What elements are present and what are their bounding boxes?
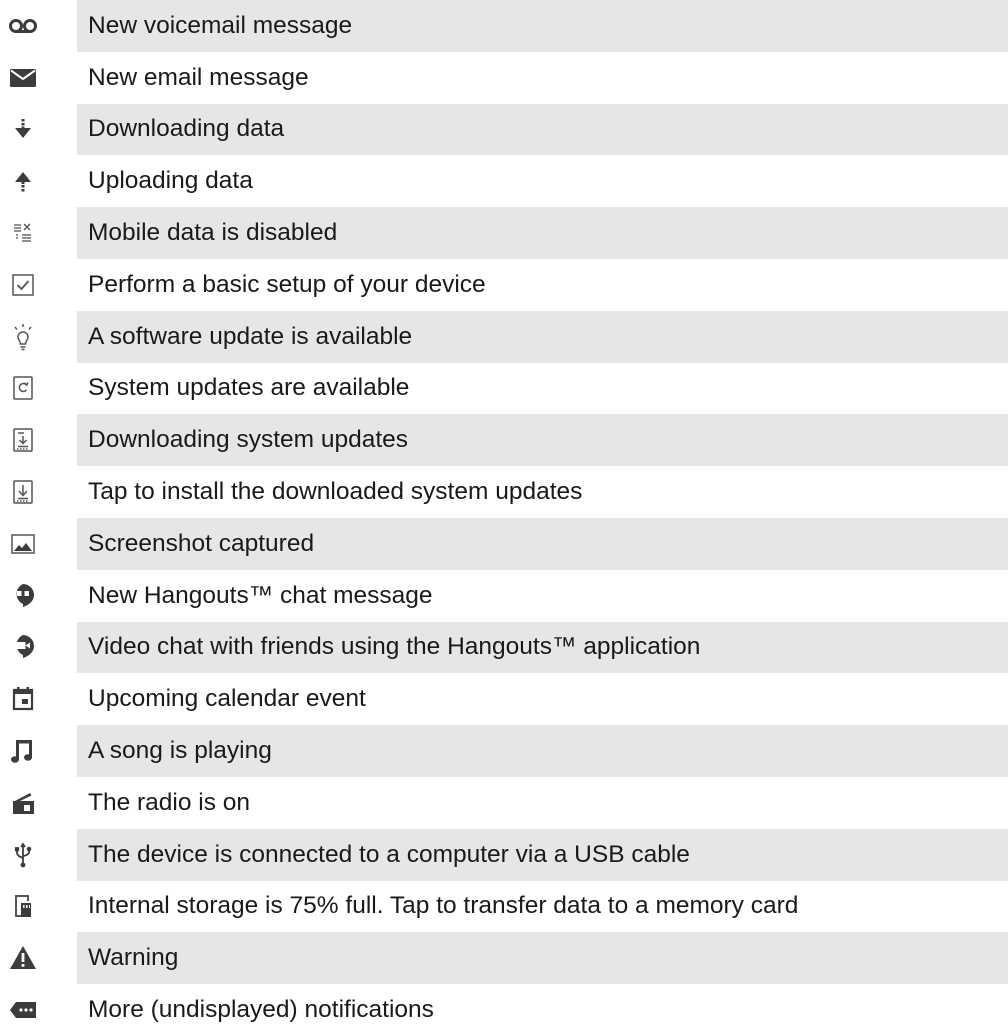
- software-update-bulb-icon: [0, 311, 77, 363]
- table-row: Upcoming calendar event: [0, 673, 1008, 725]
- notification-label: System updates are available: [88, 374, 410, 402]
- table-row: Internal storage is 75% full. Tap to tra…: [0, 881, 1008, 933]
- notification-label: A software update is available: [77, 310, 1008, 363]
- more-notifications-icon: [0, 984, 77, 1036]
- table-row: Mobile data is disabled: [0, 207, 1008, 259]
- table-row: Screenshot captured: [0, 517, 1008, 570]
- table-row: Downloading system updates: [0, 414, 1008, 467]
- notification-label: Perform a basic setup of your device: [88, 270, 486, 298]
- screenshot-icon: [0, 518, 77, 570]
- warning-icon: [0, 932, 77, 984]
- table-row: Warning: [0, 932, 1008, 985]
- table-row: Tap to install the downloaded system upd…: [0, 466, 1008, 518]
- calendar-icon: [0, 673, 77, 725]
- music-note-icon: [0, 725, 77, 777]
- table-row: A song is playing: [0, 725, 1008, 777]
- notification-label: The radio is on: [88, 788, 251, 816]
- table-row: New email message: [0, 52, 1008, 104]
- notification-label: Video chat with friends using the Hangou…: [77, 621, 1008, 674]
- notification-label: A song is playing: [77, 725, 1008, 777]
- table-row: Downloading data: [0, 103, 1008, 156]
- table-row: The radio is on: [0, 777, 1008, 829]
- notification-label: Tap to install the downloaded system upd…: [88, 478, 583, 506]
- notification-label: Upcoming calendar event: [88, 685, 366, 713]
- table-row: New voicemail message: [0, 0, 1008, 52]
- table-row: New Hangouts™ chat message: [0, 570, 1008, 622]
- install-system-update-icon: [0, 466, 77, 518]
- setup-checkbox-icon: [0, 259, 77, 311]
- notification-label: New Hangouts™ chat message: [88, 581, 433, 609]
- table-row: A software update is available: [0, 310, 1008, 363]
- downloading-system-update-icon: [0, 414, 77, 466]
- download-data-icon: [0, 104, 77, 156]
- notification-label: Uploading data: [88, 167, 253, 195]
- notification-label: The device is connected to a computer vi…: [77, 828, 1008, 881]
- usb-icon: [0, 829, 77, 881]
- notification-label: Internal storage is 75% full. Tap to tra…: [88, 892, 799, 920]
- system-update-icon: [0, 363, 77, 415]
- hangouts-video-icon: [0, 622, 77, 674]
- table-row: Uploading data: [0, 155, 1008, 207]
- storage-full-icon: [0, 881, 77, 933]
- table-row: Perform a basic setup of your device: [0, 259, 1008, 311]
- radio-icon: [0, 777, 77, 829]
- hangouts-chat-icon: [0, 570, 77, 622]
- table-row: Video chat with friends using the Hangou…: [0, 621, 1008, 674]
- notification-label: Screenshot captured: [77, 517, 1008, 570]
- notification-label: Warning: [77, 932, 1008, 985]
- table-row: More (undisplayed) notifications: [0, 984, 1008, 1036]
- table-row: System updates are available: [0, 363, 1008, 415]
- mobile-data-disabled-icon: [0, 207, 77, 259]
- notification-label: New email message: [88, 63, 309, 91]
- table-row: The device is connected to a computer vi…: [0, 828, 1008, 881]
- notification-icons-table: New voicemail message New email message …: [0, 0, 1008, 1036]
- email-icon: [0, 52, 77, 104]
- notification-label: Downloading data: [77, 103, 1008, 156]
- notification-label: More (undisplayed) notifications: [88, 996, 434, 1024]
- notification-label: Mobile data is disabled: [77, 207, 1008, 259]
- upload-data-icon: [0, 155, 77, 207]
- notification-label: Downloading system updates: [77, 414, 1008, 467]
- notification-label: New voicemail message: [77, 0, 1008, 52]
- voicemail-icon: [0, 0, 77, 52]
